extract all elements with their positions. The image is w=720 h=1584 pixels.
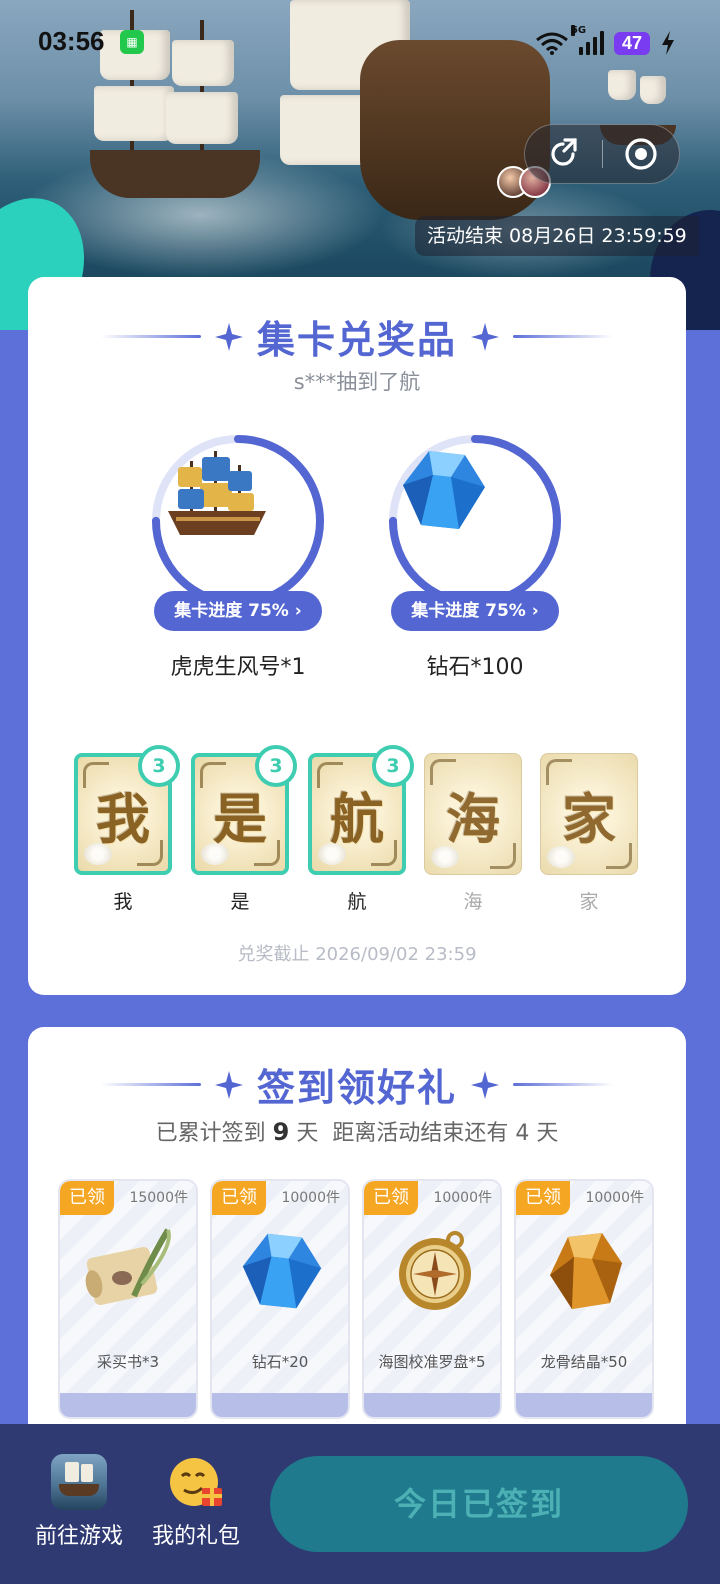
reward-name: 龙骨结晶*50 bbox=[540, 1353, 628, 1371]
stock-count: 10000件 bbox=[585, 1190, 644, 1206]
title-divider bbox=[100, 335, 201, 338]
compass-icon bbox=[386, 1223, 482, 1319]
sparkle-icon bbox=[214, 1070, 243, 1099]
prize-name: 虎虎生风号*1 bbox=[170, 655, 306, 680]
reward-tile[interactable]: 已领 10000件 龙骨结晶*50 bbox=[514, 1179, 654, 1419]
letter-card-wo[interactable]: 3 我 我 bbox=[74, 745, 180, 914]
summary-suffix: 天 距离活动结束还有 4 天 bbox=[289, 1121, 559, 1146]
reward-name: 钻石*20 bbox=[251, 1353, 309, 1371]
prize-name: 钻石*100 bbox=[426, 655, 524, 680]
scroll-quill-icon bbox=[82, 1223, 178, 1319]
activity-end-time: 活动结束 08月26日 23:59:59 bbox=[415, 216, 699, 256]
reward-tile[interactable]: 已领 15000件 采买书*3 bbox=[58, 1179, 198, 1419]
my-gifts-button[interactable]: 我的礼包 bbox=[141, 1454, 251, 1550]
wifi-icon bbox=[535, 31, 569, 55]
card-glyph: 家 bbox=[562, 786, 616, 851]
share-icon bbox=[551, 138, 577, 166]
reward-tile[interactable]: 已领 10000件 海图校准罗盘*5 bbox=[362, 1179, 502, 1419]
letter-card-hang[interactable]: 3 航 航 bbox=[308, 745, 414, 914]
go-to-game-button[interactable]: 前往游戏 bbox=[24, 1454, 134, 1550]
game-ship-icon bbox=[51, 1454, 107, 1510]
go-to-game-label: 前往游戏 bbox=[34, 1524, 123, 1549]
section-heading: 签到领好礼 bbox=[256, 1066, 457, 1110]
amber-crystal-icon bbox=[538, 1223, 634, 1319]
tile-footer bbox=[60, 1393, 196, 1417]
cellular-signal-icon: 5G bbox=[570, 25, 604, 55]
title-divider bbox=[100, 1083, 201, 1086]
reward-tile[interactable]: 已领 10000件 钻石*20 bbox=[210, 1179, 350, 1419]
collect-progress-badge[interactable]: 集卡进度 75% › bbox=[154, 591, 322, 631]
card-glyph: 海 bbox=[446, 786, 500, 851]
redeem-deadline: 兑奖截止 2026/09/02 23:59 bbox=[237, 944, 477, 965]
summary-prefix: 已累计签到 bbox=[155, 1121, 273, 1146]
status-bar: 03:56 ▦ 5G 47 bbox=[0, 0, 720, 86]
card-face: 家 bbox=[540, 753, 638, 875]
progress-text: 集卡进度 75% bbox=[411, 601, 526, 621]
gift-emoji-icon bbox=[168, 1454, 224, 1510]
sparkle-icon bbox=[471, 1070, 499, 1099]
signin-section-title: 签到领好礼 bbox=[28, 1057, 686, 1112]
reward-name: 采买书*3 bbox=[96, 1353, 160, 1371]
sailing-ship-icon bbox=[162, 445, 314, 597]
claimed-badge: 已领 bbox=[364, 1181, 418, 1215]
collect-section-title: 集卡兑奖品 bbox=[28, 309, 686, 364]
tile-footer bbox=[212, 1393, 348, 1417]
card-label: 是 bbox=[230, 891, 250, 913]
tile-footer bbox=[516, 1393, 652, 1417]
letter-card-shi[interactable]: 3 是 是 bbox=[191, 745, 297, 914]
claimed-badge: 已领 bbox=[516, 1181, 570, 1215]
card-count-badge: 3 bbox=[138, 745, 180, 787]
progress-text: 集卡进度 75% bbox=[174, 601, 289, 621]
stock-count: 10000件 bbox=[433, 1190, 492, 1206]
claimed-badge: 已领 bbox=[60, 1181, 114, 1215]
collect-cards-section: 集卡兑奖品 s***抽到了航 集卡进度 75% › 虎虎生风号*1 集卡进度 7… bbox=[28, 277, 686, 995]
status-time: 03:56 bbox=[38, 26, 105, 56]
sparkle-icon bbox=[471, 322, 499, 351]
section-heading: 集卡兑奖品 bbox=[256, 318, 457, 362]
card-count-badge: 3 bbox=[372, 745, 414, 787]
close-program-button[interactable] bbox=[603, 124, 680, 184]
card-label: 我 bbox=[113, 891, 133, 913]
letter-card-hai[interactable]: 海 海 bbox=[424, 753, 522, 914]
app-notification-icon: ▦ bbox=[120, 30, 144, 54]
tile-footer bbox=[364, 1393, 500, 1417]
card-face: 海 bbox=[424, 753, 522, 875]
card-label: 家 bbox=[579, 891, 599, 913]
diamond-icon bbox=[234, 1223, 330, 1319]
draw-ticker: s***抽到了航 bbox=[293, 370, 421, 394]
prize-ship[interactable]: 集卡进度 75% › 虎虎生风号*1 bbox=[138, 433, 338, 683]
stock-count: 15000件 bbox=[129, 1190, 188, 1206]
collect-progress-badge[interactable]: 集卡进度 75% › bbox=[391, 591, 559, 631]
battery-level: 47 bbox=[613, 31, 650, 55]
record-target-icon bbox=[625, 138, 657, 170]
card-label: 海 bbox=[463, 891, 483, 913]
signin-summary: 已累计签到 9 天 距离活动结束还有 4 天 bbox=[28, 1115, 686, 1147]
letter-card-jia[interactable]: 家 家 bbox=[540, 753, 638, 914]
mini-program-capsule bbox=[524, 124, 680, 184]
network-type: 5G bbox=[570, 25, 587, 36]
signin-days: 9 bbox=[272, 1118, 290, 1146]
prize-progress-ring bbox=[387, 433, 563, 609]
bottom-action-bar: 前往游戏 我的礼包 今日已签到 bbox=[0, 1424, 720, 1584]
stock-count: 10000件 bbox=[281, 1190, 340, 1206]
chevron-right-icon: › bbox=[531, 601, 539, 621]
title-divider bbox=[513, 1083, 613, 1086]
title-divider bbox=[513, 335, 613, 338]
my-gifts-label: 我的礼包 bbox=[151, 1524, 240, 1549]
signed-today-button[interactable]: 今日已签到 bbox=[270, 1456, 688, 1552]
diamond-icon bbox=[399, 445, 551, 597]
share-button[interactable] bbox=[525, 124, 602, 184]
chevron-right-icon: › bbox=[294, 601, 302, 621]
card-label: 航 bbox=[347, 891, 367, 913]
prize-diamond[interactable]: 集卡进度 75% › 钻石*100 bbox=[375, 433, 575, 683]
charging-icon bbox=[662, 31, 674, 55]
claimed-badge: 已领 bbox=[212, 1181, 266, 1215]
prize-progress-ring bbox=[150, 433, 326, 609]
card-count-badge: 3 bbox=[255, 745, 297, 787]
reward-name: 海图校准罗盘*5 bbox=[378, 1353, 486, 1371]
sparkle-icon bbox=[214, 322, 243, 351]
